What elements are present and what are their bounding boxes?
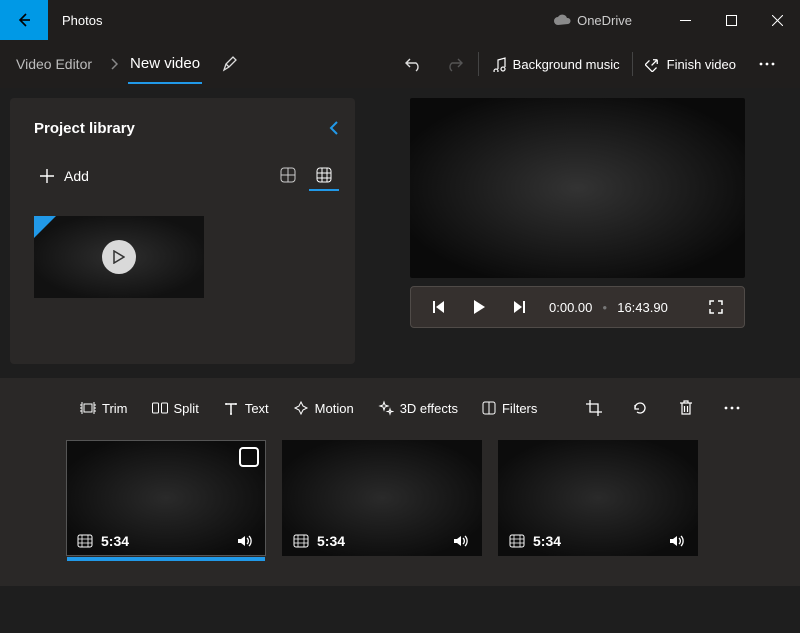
storyboard-clip[interactable]: 5:34 [498,440,698,556]
minimize-icon [680,15,691,26]
project-library-panel: Project library Add [10,98,355,364]
export-icon [645,56,661,72]
play-icon [472,299,486,315]
add-label: Add [64,168,89,184]
breadcrumb-root[interactable]: Video Editor [16,56,92,72]
split-button[interactable]: Split [142,392,209,424]
split-icon [152,401,168,415]
clip-duration: 5:34 [317,533,345,549]
volume-icon [453,534,471,548]
clip-progress [67,557,265,561]
prev-frame-icon [432,300,446,314]
view-small-button[interactable] [309,161,339,191]
text-button[interactable]: Text [213,392,279,424]
used-marker-icon [34,216,56,238]
filmstrip-icon [293,534,309,548]
rename-button[interactable] [222,56,238,72]
filmstrip-icon [77,534,93,548]
trim-icon [80,401,96,415]
storyboard-toolbar: Trim Split Text Motion 3D effects Filter… [0,386,800,430]
current-time: 0:00.00 [549,300,592,315]
redo-icon [446,56,464,72]
rotate-button[interactable] [619,392,661,424]
pencil-icon [222,56,238,72]
finish-video-label: Finish video [667,57,736,72]
add-media-button[interactable]: Add [40,168,89,184]
library-clip-thumbnail[interactable] [34,216,204,298]
library-title: Project library [34,120,135,137]
filmstrip-icon [509,534,525,548]
editor-toolbar: Video Editor New video Background music … [0,40,800,88]
selection-checkbox[interactable] [239,447,259,467]
background-music-button[interactable]: Background music [481,40,630,88]
minimize-button[interactable] [662,0,708,40]
play-icon [113,250,125,264]
collapse-library-button[interactable] [329,121,339,135]
delete-button[interactable] [665,392,707,424]
back-button[interactable] [0,0,48,40]
more-icon [724,406,740,410]
undo-icon [404,56,422,72]
3d-effects-button[interactable]: 3D effects [368,392,468,424]
storyboard-clip[interactable]: 5:34 [282,440,482,556]
sparkle-icon [378,400,394,416]
more-icon [759,62,775,66]
storyboard-panel: Trim Split Text Motion 3D effects Filter… [0,378,800,586]
time-separator: ● [602,303,607,312]
video-preview[interactable] [410,98,745,278]
clip-volume-button[interactable] [453,534,471,548]
fullscreen-icon [709,300,723,314]
motion-icon [293,400,309,416]
volume-icon [237,534,255,548]
breadcrumb-current[interactable]: New video [128,45,202,84]
prev-frame-button[interactable] [421,287,457,327]
play-button[interactable] [461,287,497,327]
cloud-icon [553,14,571,26]
close-button[interactable] [754,0,800,40]
maximize-button[interactable] [708,0,754,40]
next-frame-icon [512,300,526,314]
redo-button[interactable] [434,40,476,88]
fullscreen-button[interactable] [698,287,734,327]
more-button[interactable] [746,40,788,88]
undo-button[interactable] [392,40,434,88]
clip-volume-button[interactable] [237,534,255,548]
total-time: 16:43.90 [617,300,668,315]
play-overlay [102,240,136,274]
text-icon [223,401,239,415]
chevron-right-icon [110,58,118,70]
filters-button[interactable]: Filters [472,392,547,424]
trash-icon [679,400,693,416]
grid-large-icon [280,167,296,183]
storyboard-more-button[interactable] [711,392,753,424]
arrow-left-icon [16,12,32,28]
title-bar: Photos OneDrive [0,0,800,40]
clip-volume-button[interactable] [669,534,687,548]
maximize-icon [726,15,737,26]
crop-icon [586,400,602,416]
next-frame-button[interactable] [501,287,537,327]
grid-small-icon [316,167,332,183]
music-icon [491,56,507,72]
player-controls: 0:00.00 ● 16:43.90 [410,286,745,328]
clip-duration: 5:34 [101,533,129,549]
close-icon [772,15,783,26]
onedrive-label: OneDrive [577,13,632,28]
storyboard-clip[interactable]: 5:34 [66,440,266,556]
onedrive-status[interactable]: OneDrive [553,13,632,28]
trim-button[interactable]: Trim [70,392,138,424]
filters-icon [482,401,496,415]
motion-button[interactable]: Motion [283,392,364,424]
clip-duration: 5:34 [533,533,561,549]
chevron-left-icon [329,121,339,135]
finish-video-button[interactable]: Finish video [635,40,746,88]
rotate-icon [632,400,648,416]
crop-button[interactable] [573,392,615,424]
view-large-button[interactable] [273,161,303,191]
app-title: Photos [62,13,102,28]
plus-icon [40,169,54,183]
background-music-label: Background music [513,57,620,72]
volume-icon [669,534,687,548]
